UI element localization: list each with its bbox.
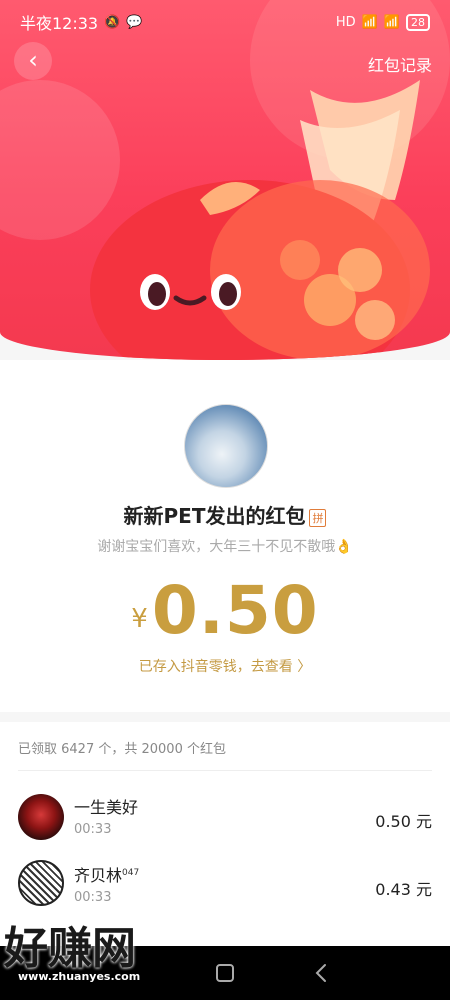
bell-off-icon: 🔕: [104, 14, 121, 30]
status-bar: 半夜12:33 🔕 💬 HD 📶 📶 28: [0, 0, 450, 44]
claim-summary: 已领取 6427 个，共 20000 个红包: [18, 742, 226, 757]
battery-indicator: 28: [406, 13, 430, 31]
avatar[interactable]: [18, 794, 64, 840]
back-button[interactable]: ‹: [14, 42, 52, 80]
currency-symbol: ¥: [131, 604, 148, 634]
claimer-name: 齐贝林047: [74, 862, 139, 886]
network-label: HD: [335, 14, 356, 30]
blessing-text: 谢谢宝宝们喜欢，大年三十不见不散哦👌: [97, 539, 353, 555]
name-superscript: 047: [122, 868, 140, 878]
avatar[interactable]: [18, 860, 64, 906]
wifi-icon: 📶: [383, 14, 400, 30]
claim-time: 00:33: [74, 890, 112, 905]
home-icon[interactable]: [208, 956, 242, 990]
pin-badge: 拼: [309, 508, 327, 527]
claim-time: 00:33: [74, 822, 112, 837]
claimer-name: 一生美好: [74, 798, 139, 817]
claimer-name-text: 齐贝林: [74, 866, 123, 885]
watermark-url: www.zhuanyes.com: [18, 970, 141, 983]
amount-value: 0.50: [151, 572, 319, 649]
sender-avatar[interactable]: [184, 404, 268, 488]
sender-title: 新新PET发出的红包拼: [0, 500, 450, 529]
signal-icon: 📶: [361, 14, 378, 30]
sender-name: 新新PET发出的红包: [123, 504, 306, 528]
divider: [18, 770, 432, 771]
chevron-left-icon: ‹: [28, 46, 38, 74]
back-nav-icon[interactable]: [305, 956, 339, 990]
claim-amount: 0.50 元: [375, 812, 432, 831]
status-time: 半夜12:33: [20, 14, 99, 33]
wechat-icon: 💬: [126, 14, 143, 30]
red-packet-record-link[interactable]: 红包记录: [368, 52, 432, 76]
amount-row: ¥0.50: [0, 572, 450, 649]
view-wallet-link[interactable]: 已存入抖音零钱，去查看 〉: [0, 656, 450, 676]
claim-amount: 0.43 元: [375, 880, 432, 899]
watermark-logo: 好赚网: [4, 923, 136, 974]
